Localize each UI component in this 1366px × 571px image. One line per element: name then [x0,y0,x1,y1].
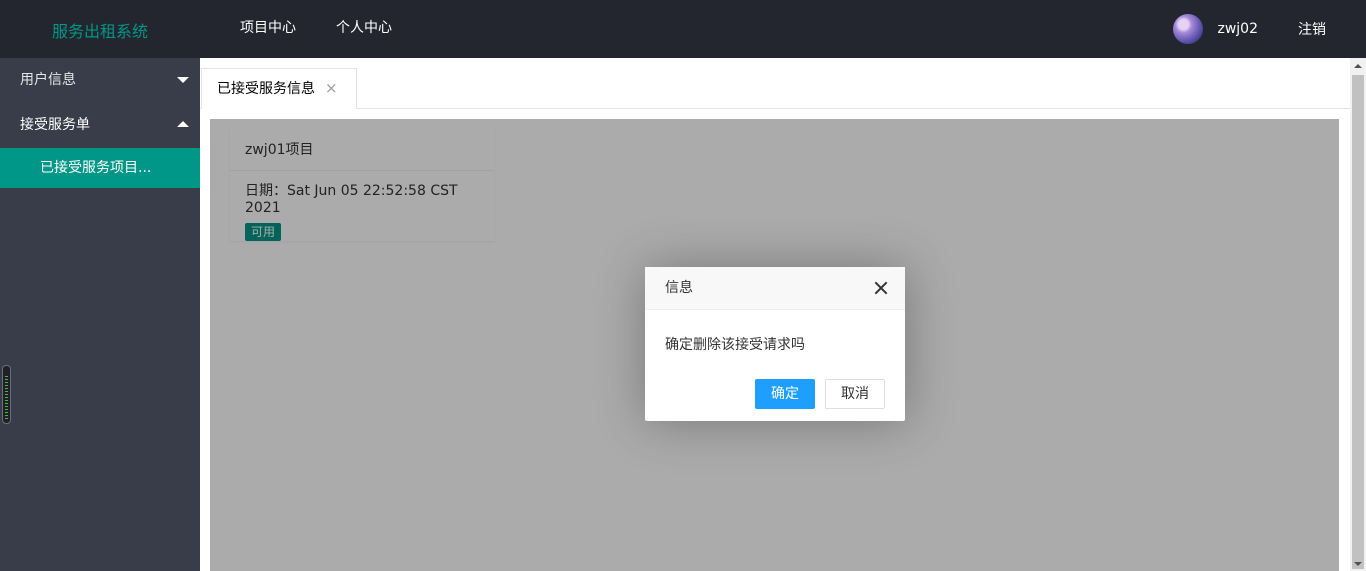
nav-item-personal-center[interactable]: 个人中心 [316,0,412,58]
tab-accepted-service-info[interactable]: 已接受服务信息 × [201,68,357,109]
sidebar: 用户信息 接受服务单 已接受服务项目... [0,58,200,571]
caret-down-icon [177,77,189,83]
page-scrollbar[interactable] [1350,58,1366,571]
side-scroll-handle[interactable] [2,365,11,424]
arrow-down-icon[interactable] [1354,562,1362,566]
close-icon[interactable] [873,280,889,296]
avatar[interactable] [1173,14,1204,44]
confirm-dialog: 信息 确定删除该接受请求吗 确定 取消 [645,267,905,421]
dialog-title: 信息 [645,267,905,310]
sidebar-group-label: 用户信息 [20,72,76,88]
tab-label: 已接受服务信息 [217,80,315,97]
scrollbar-thumb[interactable] [1352,75,1364,569]
top-header: 服务出租系统 项目中心 个人中心 zwj02 注销 [0,0,1366,58]
sidebar-group-user-info[interactable]: 用户信息 [0,58,200,103]
sidebar-group-accepted-orders[interactable]: 接受服务单 [0,103,200,148]
confirm-button[interactable]: 确定 [755,379,815,409]
top-nav: 项目中心 个人中心 [220,0,412,58]
caret-up-icon [177,121,189,127]
username[interactable]: zwj02 [1217,21,1258,37]
arrow-up-icon[interactable] [1354,64,1362,68]
app-logo[interactable]: 服务出租系统 [52,18,148,42]
tab-bar: 已接受服务信息 × [200,58,1350,109]
sidebar-item-accepted-services[interactable]: 已接受服务项目... [0,148,200,188]
cancel-button[interactable]: 取消 [825,379,885,409]
sidebar-group-label: 接受服务单 [20,117,90,133]
grip-lines-icon [5,376,8,420]
sidebar-submenu: 已接受服务项目... [0,148,200,188]
dialog-message: 确定删除该接受请求吗 [665,337,805,353]
nav-item-project-center[interactable]: 项目中心 [220,0,316,58]
user-area: zwj02 注销 [1173,0,1366,58]
dialog-buttons: 确定 取消 [755,379,885,409]
close-icon[interactable]: × [325,81,338,96]
logout-link[interactable]: 注销 [1298,19,1326,39]
